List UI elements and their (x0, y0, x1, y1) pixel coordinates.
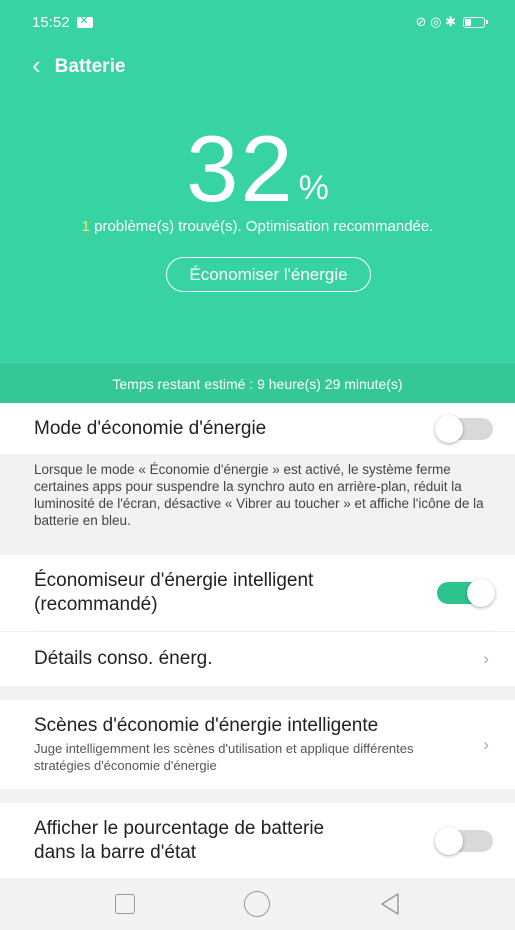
notification-icon (76, 13, 93, 28)
consumption-details-label: Détails conso. énerg. (34, 648, 213, 670)
smart-saver-toggle[interactable] (437, 579, 495, 607)
power-saving-description: Lorsque le mode « Économie d'énergie » e… (0, 454, 515, 555)
consumption-details-row[interactable]: Détails conso. énerg. › (0, 632, 515, 686)
toggle-knob (435, 826, 463, 855)
toggle-knob (435, 414, 463, 443)
battery-percent-sign: % (298, 169, 329, 207)
status-bar: 15:52 ⊘ ◎ ✱ (0, 0, 515, 44)
recent-apps-icon[interactable] (114, 894, 135, 914)
page-title: Batterie (54, 56, 126, 77)
smart-saver-label-line2: (recommandé) (34, 594, 158, 615)
save-energy-button[interactable]: Économiser l'énergie (166, 257, 371, 292)
chevron-right-icon: › (483, 734, 489, 754)
smart-scenes-row[interactable]: Scènes d'économie d'énergie intelligente… (0, 700, 515, 789)
status-time: 15:52 (32, 13, 70, 31)
smart-saver-label-line1: Économiseur d'énergie intelligent (34, 570, 314, 592)
smart-saver-row[interactable]: Économiseur d'énergie intelligent (recom… (0, 555, 515, 631)
status-icons: ⊘ ◎ ✱ (415, 14, 456, 29)
show-percentage-row[interactable]: Afficher le pourcentage de batterie dans… (0, 803, 515, 878)
smart-scenes-description: Juge intelligemment les scènes d'utilisa… (34, 740, 414, 774)
smart-scenes-label: Scènes d'économie d'énergie intelligente (34, 715, 379, 737)
problem-count: 1 (81, 218, 90, 235)
show-percentage-label-line2: dans la barre d'état (34, 841, 197, 863)
battery-status-icon (463, 16, 488, 28)
toggle-knob (467, 579, 495, 607)
navigation-bar (0, 878, 515, 930)
power-saving-mode-row[interactable]: Mode d'économie d'énergie (0, 403, 515, 454)
problem-summary: 1 problème(s) trouvé(s). Optimisation re… (0, 218, 515, 235)
power-saving-mode-label: Mode d'économie d'énergie (34, 417, 267, 439)
problem-text: problème(s) trouvé(s). Optimisation reco… (89, 218, 434, 235)
app-bar: ‹ Batterie (0, 47, 515, 87)
show-percentage-toggle[interactable] (435, 826, 493, 855)
back-nav-icon[interactable] (379, 892, 401, 916)
battery-percent-value: 32 (186, 116, 295, 221)
battery-header: 15:52 ⊘ ◎ ✱ ‹ Batterie 32 % 1 problème(s… (0, 0, 515, 404)
show-percentage-label-line1: Afficher le pourcentage de batterie (34, 817, 325, 839)
estimated-time-remaining: Temps restant estimé : 9 heure(s) 29 min… (0, 362, 515, 404)
chevron-right-icon: › (483, 649, 489, 668)
battery-percent: 32 % (0, 122, 515, 216)
power-saving-mode-toggle[interactable] (435, 414, 493, 443)
home-icon[interactable] (243, 891, 270, 917)
back-icon[interactable]: ‹ (32, 52, 41, 78)
